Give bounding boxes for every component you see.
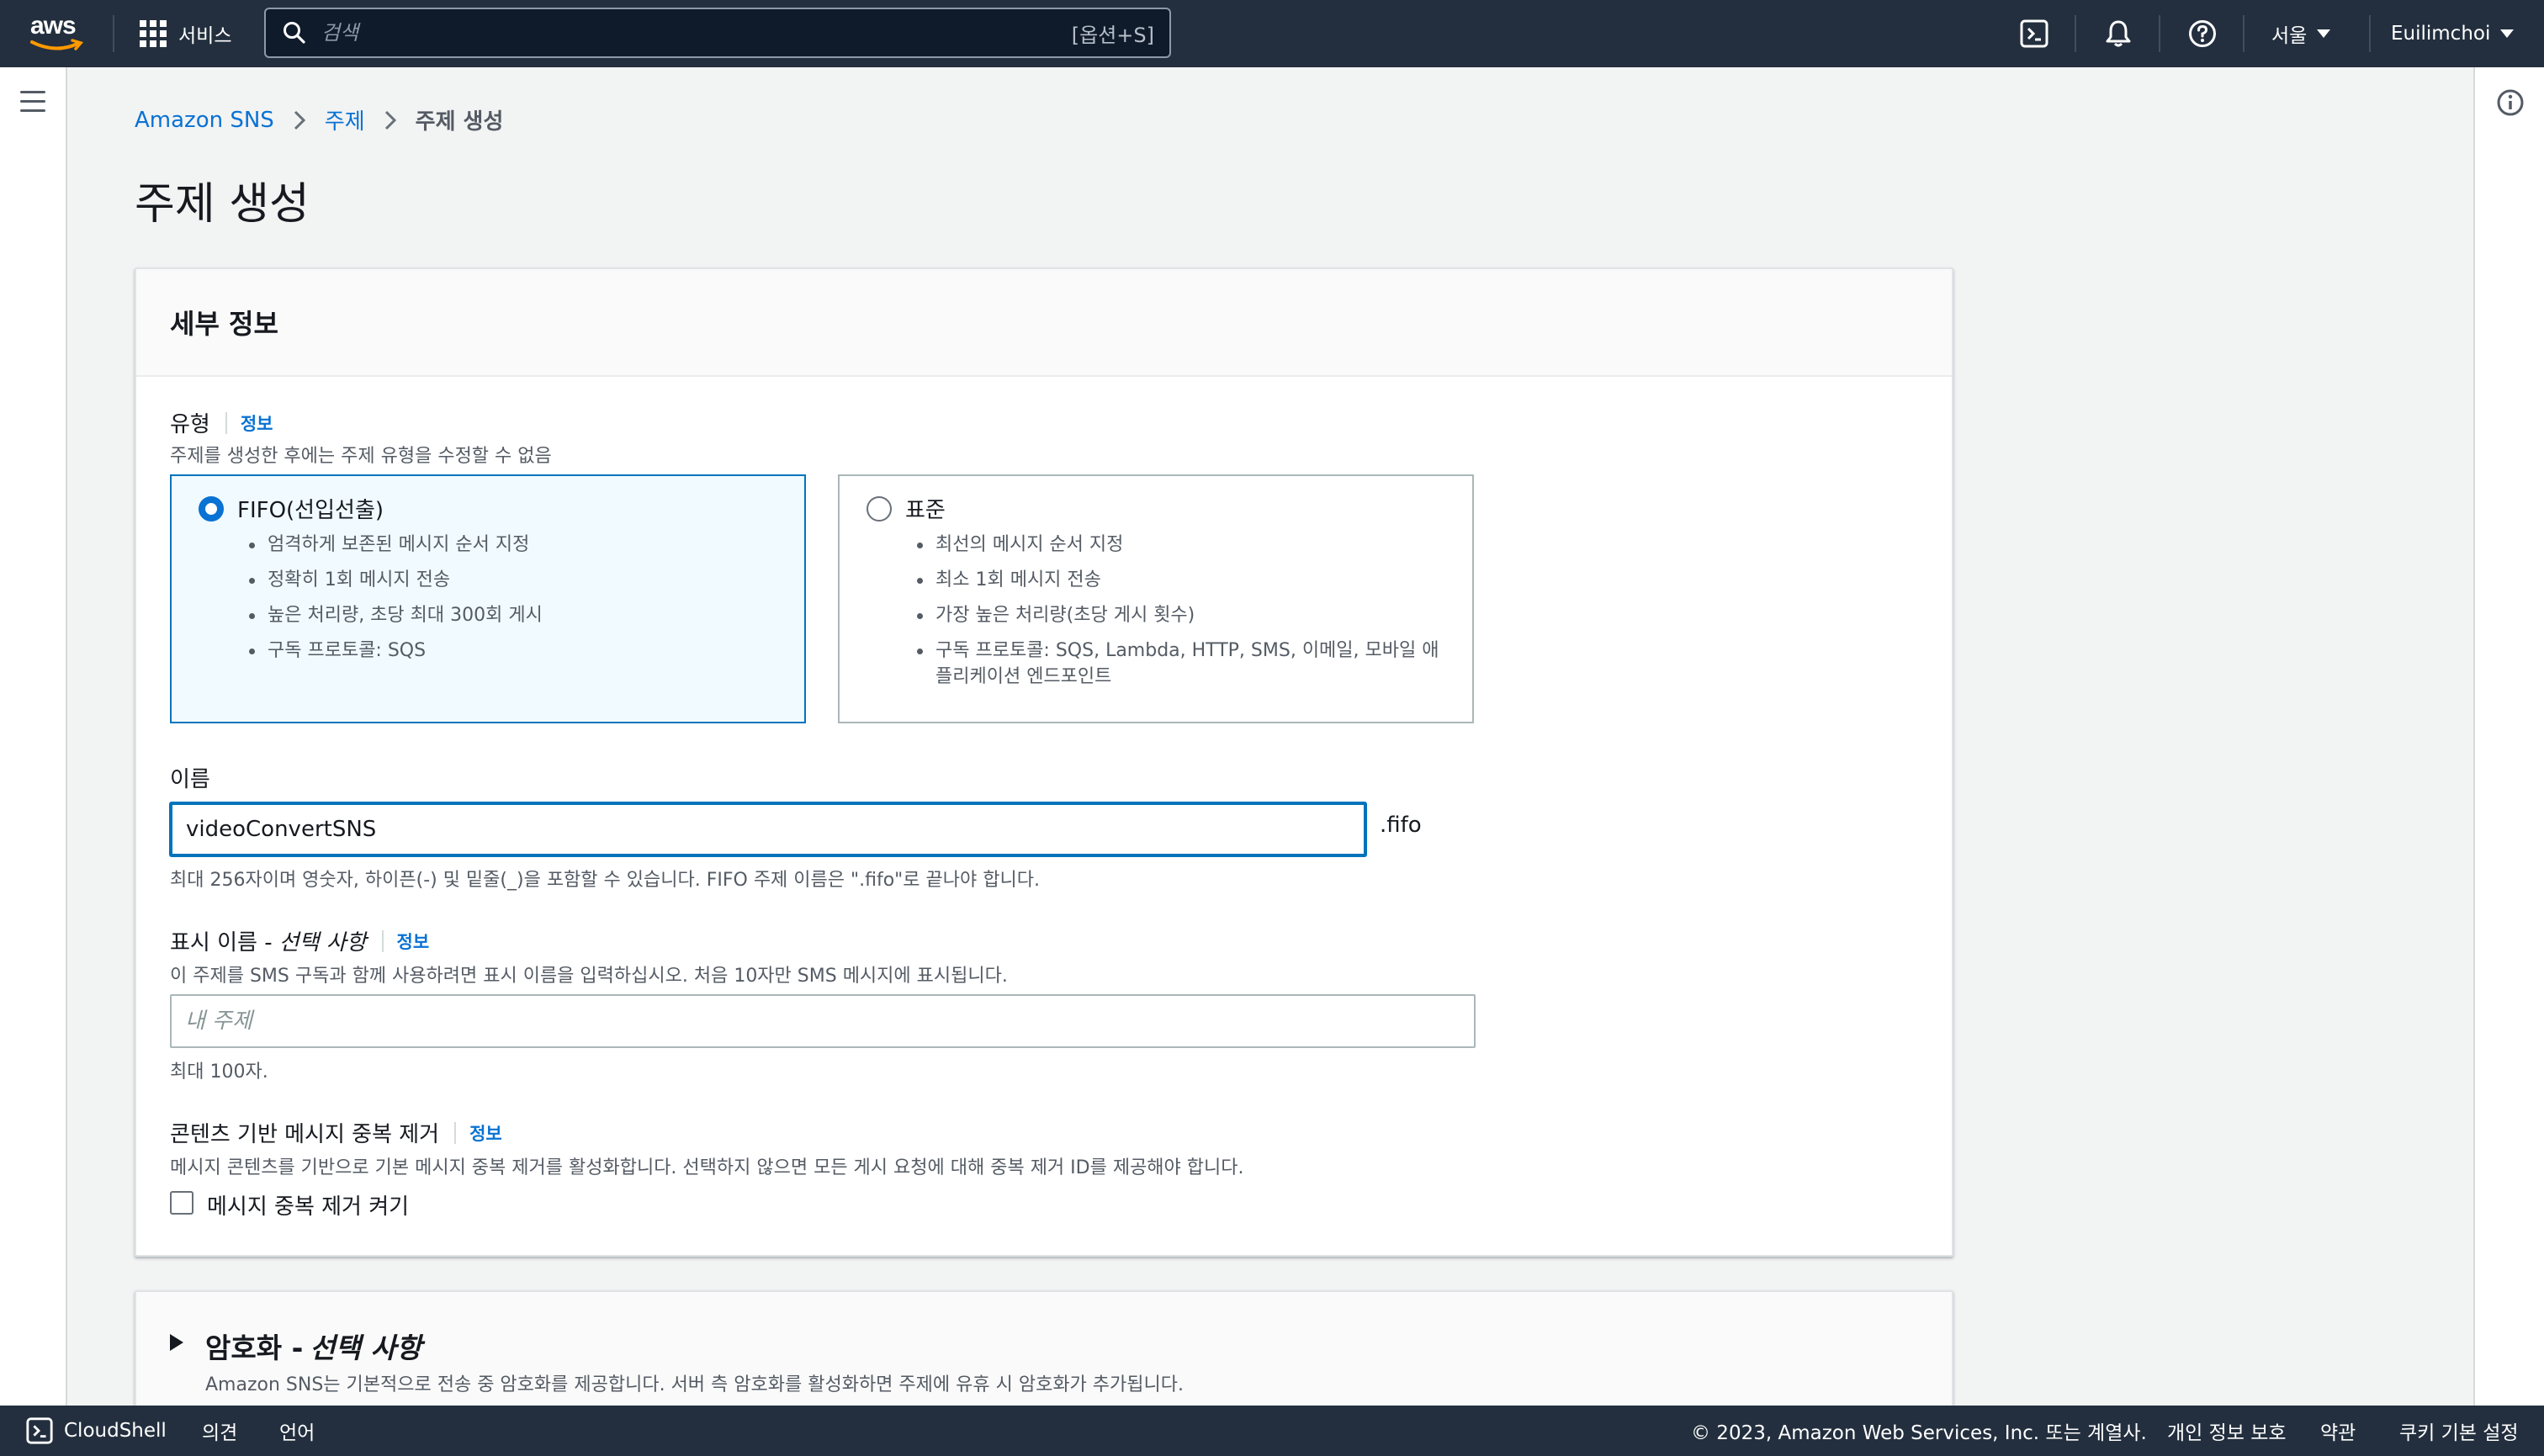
feedback-link[interactable]: 의견 [202,1406,237,1456]
cloudshell-icon [26,1417,53,1444]
breadcrumb-topics[interactable]: 주제 [325,104,365,135]
breadcrumb: Amazon SNS 주제 주제 생성 [135,104,503,135]
tile-fifo[interactable]: FIFO(선입선출) 엄격하게 보존된 메시지 순서 지정 정확히 1회 메시지… [170,474,806,723]
left-rail [0,67,67,1406]
search-bar[interactable]: [옵션+S] [264,8,1171,58]
label-divider [381,929,384,952]
help-button[interactable] [2184,15,2221,52]
top-navigation: aws 서비스 [옵션+S] 서울 Euilimchoi [0,0,2544,67]
list-item: 최선의 메시지 순서 지정 [917,532,1455,558]
encryption-title: 암호화 - [205,1332,304,1364]
privacy-link[interactable]: 개인 정보 보호 [2167,1406,2287,1456]
search-icon [284,22,305,44]
tile-standard[interactable]: 표준 최선의 메시지 순서 지정 최소 1회 메시지 전송 가장 높은 처리량(… [838,474,1474,723]
right-rail [2473,67,2544,1406]
label-divider [225,411,227,434]
dedup-checkbox-label: 메시지 중복 제거 켜기 [207,1194,410,1220]
region-label: 서울 [2271,25,2308,47]
search-shortcut: [옵션+S] [1071,23,1154,47]
encryption-optional: 선택 사항 [310,1332,422,1364]
encryption-description: Amazon SNS는 기본적으로 전송 중 암호화를 제공합니다. 서버 측 … [205,1374,1184,1395]
cloudshell-icon [2020,19,2048,48]
grid-icon [140,20,167,47]
tile-fifo-features: 엄격하게 보존된 메시지 순서 지정 정확히 1회 메시지 전송 높은 처리량,… [249,532,787,673]
nav-divider [113,15,114,52]
list-item: 구독 프로토콜: SQS [249,638,787,664]
caret-down-icon [2317,29,2331,38]
name-input[interactable] [170,802,1366,856]
display-name-input[interactable] [170,994,1476,1048]
name-suffix: .fifo [1380,813,1422,838]
details-panel: 세부 정보 유형 정보 주제를 생성한 후에는 주제 유형을 수정할 수 없음 … [135,267,1953,1257]
cookie-preferences-link[interactable]: 쿠키 기본 설정 [2399,1406,2519,1456]
menu-icon[interactable] [20,91,47,113]
name-hint: 최대 256자이며 영숫자, 하이픈(-) 및 밑줄(_)을 포함할 수 있습니… [170,870,1040,891]
cloudshell-label: CloudShell [64,1420,167,1442]
display-name-optional: 선택 사항 [278,930,367,956]
chevron-right-icon [384,109,397,131]
tile-fifo-title: FIFO(선입선출) [237,498,384,523]
list-item: 정확히 1회 메시지 전송 [249,567,787,593]
tile-standard-features: 최선의 메시지 순서 지정 최소 1회 메시지 전송 가장 높은 처리량(초당 … [917,532,1455,690]
list-item: 구독 프로토콜: SQS, Lambda, HTTP, SMS, 이메일, 모바… [917,638,1455,690]
search-input[interactable] [321,21,1062,45]
display-name-info-link[interactable]: 정보 [397,929,430,954]
radio-fifo[interactable] [199,496,224,522]
nav-divider [2243,15,2245,52]
name-label: 이름 [170,762,210,793]
list-item: 최소 1회 메시지 전송 [917,567,1455,593]
display-name-description: 이 주제를 SMS 구독과 함께 사용하려면 표시 이름을 입력하십시오. 처음… [170,966,1008,987]
expand-arrow-icon[interactable] [170,1334,183,1351]
nav-divider [2075,15,2076,52]
details-panel-header: 세부 정보 [136,269,1952,377]
footer: CloudShell 의견 언어 © 2023, Amazon Web Serv… [0,1406,2544,1456]
language-link[interactable]: 언어 [279,1406,315,1456]
region-selector[interactable]: 서울 [2271,19,2331,49]
aws-logo[interactable]: aws [27,10,86,54]
encryption-title-row[interactable]: 암호화 - 선택 사항 [205,1326,421,1366]
cloudshell-footer-button[interactable]: CloudShell [25,1406,167,1456]
help-icon [2189,20,2216,47]
breadcrumb-amazon-sns[interactable]: Amazon SNS [135,108,274,133]
list-item: 가장 높은 처리량(초당 게시 횟수) [917,602,1455,628]
list-item: 엄격하게 보존된 메시지 순서 지정 [249,532,787,558]
tile-standard-title: 표준 [905,498,946,523]
copyright: © 2023, Amazon Web Services, Inc. 또는 계열사… [1691,1422,2147,1444]
dedup-label: 콘텐츠 기반 메시지 중복 제거 [170,1122,440,1147]
services-label: 서비스 [178,25,232,47]
display-name-label: 표시 이름 - [170,930,273,956]
services-menu-button[interactable]: 서비스 [140,17,231,50]
nav-divider [2159,15,2160,52]
display-name-label-row: 표시 이름 - 선택 사항 정보 [170,925,429,956]
cloudshell-button[interactable] [2016,15,2053,52]
label-divider [454,1121,457,1144]
breadcrumb-current: 주제 생성 [415,109,504,135]
chevron-right-icon [293,109,306,131]
dedup-description: 메시지 콘텐츠를 기반으로 기본 메시지 중복 제거를 활성화합니다. 선택하지… [170,1157,1244,1178]
type-label-row: 유형 정보 [170,407,273,438]
caret-down-icon [2500,29,2515,38]
terms-link[interactable]: 약관 [2320,1406,2356,1456]
notifications-button[interactable] [2100,15,2137,52]
account-menu[interactable]: Euilimchoi [2391,19,2515,49]
radio-standard[interactable] [867,496,892,522]
account-name: Euilimchoi [2391,23,2491,45]
list-item: 높은 처리량, 초당 최대 300회 게시 [249,602,787,628]
bell-icon [2106,20,2131,47]
type-description: 주제를 생성한 후에는 주제 유형을 수정할 수 없음 [170,446,552,467]
page-title: 주제 생성 [135,179,310,230]
dedup-label-row: 콘텐츠 기반 메시지 중복 제거 정보 [170,1117,502,1148]
nav-divider [2369,15,2371,52]
encryption-panel: 암호화 - 선택 사항 Amazon SNS는 기본적으로 전송 중 암호화를 … [135,1290,1953,1425]
type-info-link[interactable]: 정보 [241,410,273,436]
dedup-checkbox[interactable] [170,1191,193,1215]
dedup-info-link[interactable]: 정보 [469,1120,502,1146]
details-panel-title: 세부 정보 [170,308,278,340]
type-label: 유형 [170,412,210,437]
info-icon[interactable] [2495,87,2525,118]
name-suffix-text: .fifo [1380,813,1422,838]
display-name-hint: 최대 100자. [170,1062,268,1083]
name-label-text: 이름 [170,767,210,792]
dedup-checkbox-label-row[interactable]: 메시지 중복 제거 켜기 [207,1189,409,1220]
